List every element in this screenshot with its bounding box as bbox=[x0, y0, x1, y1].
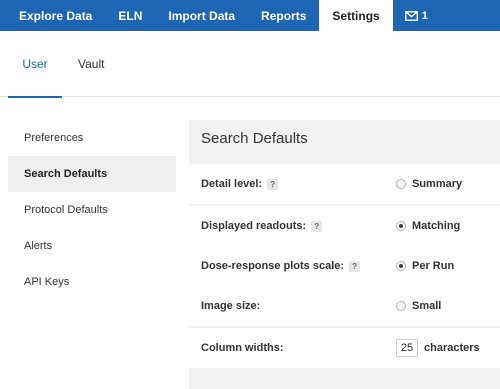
dose-response-scale-option[interactable]: Per Run bbox=[396, 260, 454, 272]
page-title: Search Defaults bbox=[201, 129, 308, 147]
dose-response-scale-row: Dose-response plots scale: ? Per Run bbox=[189, 246, 500, 286]
detail-level-label: Detail level: bbox=[201, 178, 263, 190]
per-run-option-label: Per Run bbox=[412, 260, 455, 272]
help-icon[interactable]: ? bbox=[349, 260, 361, 272]
nav-reports[interactable]: Reports bbox=[248, 0, 319, 31]
tab-user[interactable]: User bbox=[8, 31, 62, 98]
envelope-icon bbox=[404, 10, 418, 21]
messages-button[interactable]: 1 bbox=[393, 0, 428, 31]
detail-level-row: Detail level: ? Summary bbox=[189, 164, 500, 204]
image-size-option[interactable]: Small bbox=[396, 300, 441, 312]
matching-option-label: Matching bbox=[412, 220, 461, 232]
column-widths-input[interactable] bbox=[396, 339, 418, 357]
sidebar-item-preferences[interactable]: Preferences bbox=[8, 120, 176, 156]
nav-settings[interactable]: Settings bbox=[319, 0, 393, 31]
displayed-readouts-option[interactable]: Matching bbox=[396, 220, 460, 232]
tab-vault[interactable]: Vault bbox=[78, 31, 104, 97]
small-radio[interactable] bbox=[396, 301, 406, 311]
message-count: 1 bbox=[421, 9, 428, 22]
detail-level-option[interactable]: Summary bbox=[396, 178, 462, 190]
image-size-label: Image size: bbox=[201, 300, 261, 312]
column-widths-unit: characters bbox=[424, 342, 480, 354]
nav-eln[interactable]: ELN bbox=[105, 0, 155, 31]
per-run-radio[interactable] bbox=[396, 261, 406, 271]
nav-import-data[interactable]: Import Data bbox=[155, 0, 248, 31]
nav-explore-data[interactable]: Explore Data bbox=[0, 0, 105, 31]
help-icon[interactable]: ? bbox=[311, 220, 323, 232]
matching-radio[interactable] bbox=[396, 221, 406, 231]
image-size-row: Image size: Small bbox=[189, 286, 500, 326]
sidebar-item-search-defaults[interactable]: Search Defaults bbox=[8, 156, 176, 192]
displayed-readouts-row: Displayed readouts: ? Matching bbox=[189, 206, 500, 246]
column-widths-row: Column widths: characters bbox=[189, 328, 500, 368]
settings-subtabs: User Vault bbox=[0, 31, 500, 98]
small-option-label: Small bbox=[412, 300, 442, 312]
search-defaults-panel: Search Defaults Detail level: ? Summary … bbox=[189, 120, 500, 389]
top-nav: Explore Data ELN Import Data Reports Set… bbox=[0, 0, 500, 31]
dose-response-scale-label: Dose-response plots scale: bbox=[201, 260, 345, 272]
displayed-readouts-label: Displayed readouts: bbox=[201, 220, 307, 232]
sidebar-item-api-keys[interactable]: API Keys bbox=[8, 264, 176, 300]
column-widths-label: Column widths: bbox=[201, 342, 284, 354]
sidebar-item-alerts[interactable]: Alerts bbox=[8, 228, 176, 264]
settings-sidebar: Preferences Search Defaults Protocol Def… bbox=[8, 120, 176, 300]
summary-radio[interactable] bbox=[396, 179, 406, 189]
help-icon[interactable]: ? bbox=[267, 178, 279, 190]
sidebar-item-protocol-defaults[interactable]: Protocol Defaults bbox=[8, 192, 176, 228]
summary-option-label: Summary bbox=[412, 178, 463, 190]
